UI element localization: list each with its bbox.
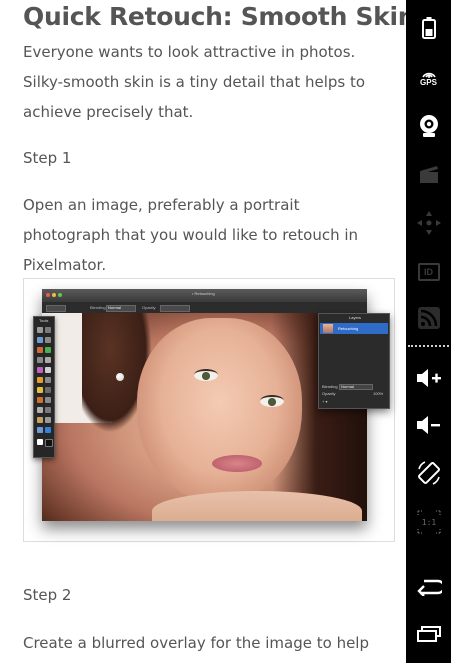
back-icon[interactable]: [406, 574, 451, 600]
opacity-field: [160, 305, 190, 312]
layers-blending-value: Normal: [341, 384, 354, 389]
brush-preview-field: [46, 305, 66, 312]
options-bar: Blending Normal Opacity: [42, 302, 367, 313]
recent-apps-icon[interactable]: [406, 622, 451, 646]
tool-icon: [45, 387, 51, 393]
tool-icon: [45, 417, 51, 423]
tool-icon: [45, 367, 51, 373]
step2-paragraph: Create a blurred overlay for the image t…: [23, 634, 369, 652]
id-icon[interactable]: ID: [406, 258, 451, 286]
blending-value: Normal: [108, 305, 121, 310]
clapperboard-icon[interactable]: [406, 160, 451, 188]
tool-icon: [37, 427, 43, 433]
step1-heading: Step 1: [23, 149, 72, 167]
layers-palette: Layers Retouching Blending Normal Opacit…: [318, 313, 390, 409]
layers-opacity-label: Opacity: [322, 391, 336, 396]
tool-icon: [37, 397, 43, 403]
tool-icon: [37, 357, 43, 363]
add-layer-icon: + ▾: [322, 399, 328, 404]
close-dot-icon: [46, 293, 50, 297]
aspect-ratio-icon[interactable]: 1:1: [406, 508, 451, 536]
window-titlebar: • Retouching: [42, 289, 367, 302]
article-title: Quick Retouch: Smooth Skin: [23, 2, 406, 31]
rss-icon[interactable]: [406, 304, 451, 332]
tool-icon: [45, 377, 51, 383]
tool-icon: [45, 439, 53, 447]
layers-title: Layers: [349, 315, 362, 320]
window-title: • Retouching: [192, 291, 215, 296]
volume-up-icon[interactable]: [406, 364, 451, 392]
tool-icon: [45, 407, 51, 413]
opacity-label: Opacity: [142, 305, 156, 310]
tool-icon: [37, 439, 43, 445]
tools-title: Tools: [39, 318, 49, 323]
step2-heading: Step 2: [23, 586, 72, 604]
volume-down-icon[interactable]: [406, 411, 451, 439]
minimize-dot-icon: [52, 293, 56, 297]
id-label: ID: [417, 263, 440, 281]
tool-icon: [45, 347, 51, 353]
intro-paragraph: Everyone wants to look attractive in pho…: [23, 43, 366, 121]
battery-icon[interactable]: [406, 14, 451, 42]
tool-icon: [37, 367, 43, 373]
tool-icon: [37, 417, 43, 423]
layers-opacity-value: 100%: [373, 391, 384, 396]
rotate-screen-icon[interactable]: [406, 458, 451, 488]
tool-icon: [37, 407, 43, 413]
tool-icon: [37, 387, 43, 393]
article-content: Quick Retouch: Smooth Skin Everyone want…: [0, 0, 406, 663]
tool-icon: [37, 327, 43, 333]
tool-icon: [45, 357, 51, 363]
tool-icon: [37, 377, 43, 383]
tool-icon: [45, 327, 51, 333]
tools-palette: Tools: [33, 316, 55, 458]
blending-label: Blending: [90, 305, 106, 310]
tool-icon: [45, 337, 51, 343]
step1-paragraph: Open an image, preferably a portrait pho…: [23, 196, 359, 274]
pixelmator-screenshot-figure[interactable]: • Retouching Blending Normal Opacity Too…: [23, 278, 395, 542]
system-side-bar: GPS ID 1:1: [406, 0, 451, 663]
gps-label: GPS: [420, 77, 437, 87]
divider: [408, 345, 449, 347]
tool-icon: [45, 397, 51, 403]
layers-blending-label: Blending: [322, 384, 338, 389]
layer-thumbnail: [323, 324, 333, 333]
zoom-dot-icon: [58, 293, 62, 297]
tool-icon: [37, 347, 43, 353]
layer-row: Retouching: [320, 323, 388, 334]
webcam-icon[interactable]: [406, 112, 451, 140]
gps-icon[interactable]: GPS: [406, 66, 451, 90]
layer-name: Retouching: [338, 326, 359, 331]
tool-icon: [37, 337, 43, 343]
tool-icon: [45, 427, 51, 433]
ratio-label: 1:1: [421, 518, 436, 527]
dpad-icon[interactable]: [406, 208, 451, 238]
